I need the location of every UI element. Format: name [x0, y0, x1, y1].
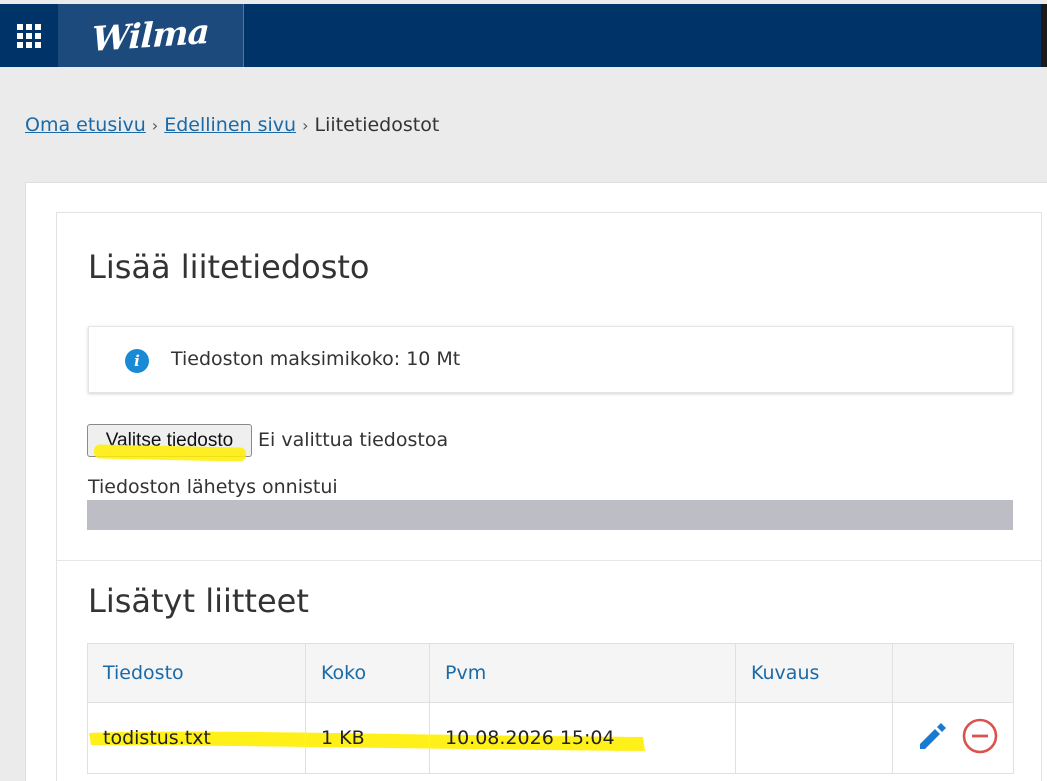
remove-circle-icon[interactable] — [962, 718, 998, 759]
column-header-size[interactable]: Koko — [305, 643, 430, 703]
wilma-logo: Wilma — [91, 11, 210, 60]
attachments-table: Tiedosto Koko Pvm Kuvaus todistus.txt 1 … — [87, 643, 1014, 774]
max-size-text: Tiedoston maksimikoko: 10 Mt — [171, 348, 461, 370]
file-date: 10.08.2026 15:04 — [445, 727, 615, 749]
apps-menu-button[interactable] — [0, 4, 58, 67]
upload-progress-bar — [87, 500, 1013, 530]
upload-progress-fill — [87, 500, 1013, 530]
wilma-logo-link[interactable]: Wilma — [58, 4, 244, 67]
breadcrumb-home-link[interactable]: Oma etusivu — [25, 114, 146, 136]
breadcrumb: Oma etusivu › Edellinen sivu › Liitetied… — [25, 112, 439, 138]
info-notice: i Tiedoston maksimikoko: 10 Mt — [88, 326, 1013, 393]
breadcrumb-previous-link[interactable]: Edellinen sivu — [164, 114, 296, 136]
top-navigation-bar: Wilma — [0, 4, 1047, 67]
add-attachment-heading: Lisää liitetiedosto — [88, 248, 370, 286]
added-attachments-heading: Lisätyt liitteet — [88, 582, 309, 620]
cell-actions — [892, 702, 1014, 774]
column-header-description[interactable]: Kuvaus — [735, 643, 893, 703]
section-divider — [57, 560, 1042, 561]
grid-icon — [17, 23, 41, 48]
column-header-actions — [892, 643, 1014, 703]
upload-status-text: Tiedoston lähetys onnistui — [88, 476, 338, 498]
chevron-right-icon: › — [151, 115, 159, 135]
cell-date: 10.08.2026 15:04 — [429, 702, 736, 774]
table-row: todistus.txt 1 KB 10.08.2026 15:04 — [87, 702, 1014, 774]
cell-description — [735, 702, 893, 774]
choose-file-button[interactable]: Valitse tiedosto — [87, 424, 252, 457]
file-name[interactable]: todistus.txt — [103, 727, 211, 749]
no-file-selected-text: Ei valittua tiedostoa — [258, 429, 449, 451]
cell-file: todistus.txt — [87, 702, 306, 774]
column-header-file[interactable]: Tiedosto — [87, 643, 306, 703]
info-icon: i — [125, 349, 149, 373]
pencil-icon[interactable] — [914, 719, 948, 758]
breadcrumb-current: Liitetiedostot — [314, 114, 440, 136]
chevron-right-icon: › — [302, 115, 309, 135]
column-header-date[interactable]: Pvm — [429, 643, 736, 703]
cell-size: 1 KB — [305, 702, 430, 774]
table-header-row: Tiedosto Koko Pvm Kuvaus — [87, 643, 1014, 703]
file-size: 1 KB — [321, 727, 365, 749]
